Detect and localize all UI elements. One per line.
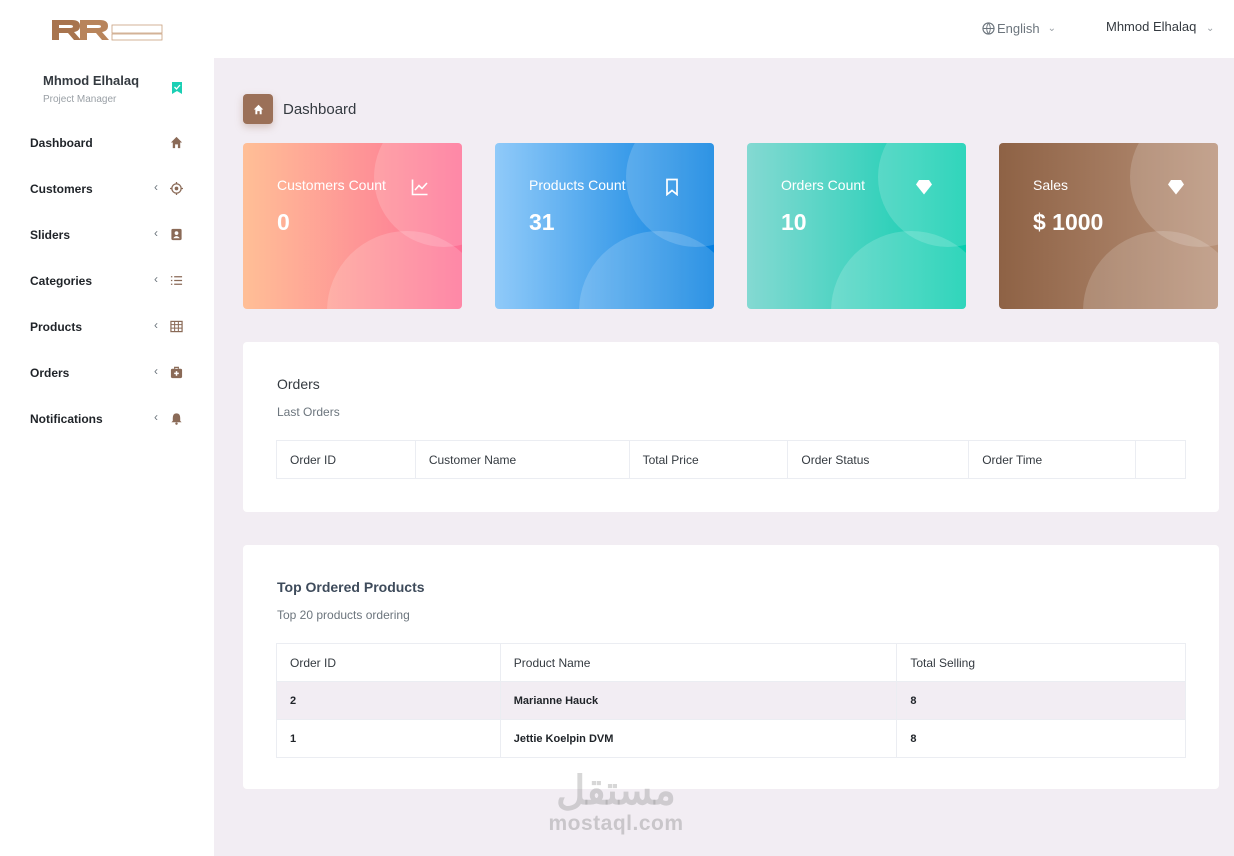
language-selector[interactable]: English ⌄ bbox=[982, 21, 1056, 36]
sales-card[interactable]: Sales $ 1000 bbox=[999, 143, 1218, 309]
total-selling-cell: 8 bbox=[896, 719, 1186, 758]
diamond-icon bbox=[916, 180, 932, 195]
user-menu[interactable]: Mhmod Elhalaq ⌄ bbox=[1106, 19, 1214, 34]
column-header[interactable]: Order ID bbox=[276, 643, 501, 682]
column-header[interactable]: Customer Name bbox=[414, 440, 630, 479]
chart-line-icon bbox=[411, 179, 428, 196]
page-header: Dashboard bbox=[243, 94, 356, 124]
chevron-left-icon: ‹ bbox=[154, 180, 158, 194]
total-selling-cell: 8 bbox=[896, 681, 1186, 720]
panel-subtitle: Top 20 products ordering bbox=[277, 608, 410, 622]
product-name-cell: Marianne Hauck bbox=[499, 681, 898, 720]
column-header bbox=[1134, 440, 1187, 479]
grid-icon bbox=[170, 320, 183, 333]
card-value: 10 bbox=[781, 209, 807, 235]
product-name-cell: Jettie Koelpin DVM bbox=[499, 719, 898, 758]
sidebar-item-categories[interactable]: Categories ‹ bbox=[0, 268, 214, 314]
customers-count-card[interactable]: Customers Count 0 bbox=[243, 143, 462, 309]
chevron-left-icon: ‹ bbox=[154, 410, 158, 424]
user-menu-name: Mhmod Elhalaq bbox=[1106, 19, 1197, 34]
column-header[interactable]: Order ID bbox=[276, 440, 416, 479]
sidebar-item-dashboard[interactable]: Dashboard bbox=[0, 130, 214, 176]
list-icon bbox=[170, 276, 183, 285]
panel-title: Orders bbox=[277, 376, 320, 392]
diamond-icon bbox=[1168, 180, 1184, 195]
order-id-cell: 1 bbox=[276, 719, 501, 758]
sidebar-item-products[interactable]: Products ‹ bbox=[0, 314, 214, 360]
store-logo[interactable] bbox=[50, 17, 166, 43]
home-icon bbox=[170, 136, 183, 149]
products-count-card[interactable]: Products Count 31 bbox=[495, 143, 714, 309]
sidebar-item-label: Categories bbox=[30, 274, 93, 288]
card-title: Products Count bbox=[529, 177, 626, 193]
decor-circle bbox=[327, 231, 462, 309]
column-header[interactable]: Total Price bbox=[628, 440, 789, 479]
card-title: Orders Count bbox=[781, 177, 866, 193]
chevron-down-icon: ⌄ bbox=[1205, 23, 1215, 34]
sidebar-item-label: Products bbox=[30, 320, 83, 334]
sidebar-nav: Dashboard Customers ‹ Sliders ‹ Categori… bbox=[0, 130, 214, 452]
table-row[interactable]: 2 Marianne Hauck 8 bbox=[276, 681, 1186, 720]
top-products-table: Order ID Product Name Total Selling 2 Ma… bbox=[276, 643, 1186, 758]
top-products-panel: Top Ordered Products Top 20 products ord… bbox=[243, 545, 1219, 789]
home-button[interactable] bbox=[243, 94, 273, 124]
decor-circle bbox=[831, 231, 966, 309]
chevron-down-icon: ⌄ bbox=[1047, 23, 1057, 34]
sidebar-item-label: Dashboard bbox=[30, 136, 93, 150]
column-header[interactable]: Order Time bbox=[968, 440, 1136, 479]
card-title: Sales bbox=[1033, 177, 1069, 193]
sidebar-item-sliders[interactable]: Sliders ‹ bbox=[0, 222, 214, 268]
panel-title: Top Ordered Products bbox=[277, 579, 425, 595]
table-header-row: Order ID Product Name Total Selling bbox=[276, 643, 1186, 682]
main-content: Dashboard Customers Count 0 Products Cou… bbox=[214, 58, 1234, 856]
decor-circle bbox=[579, 231, 714, 309]
profile-role: Project Manager bbox=[43, 94, 117, 105]
top-bar: English ⌄ Mhmod Elhalaq ⌄ bbox=[0, 0, 1234, 58]
medical-bag-icon bbox=[170, 366, 183, 379]
crosshair-icon bbox=[170, 182, 183, 195]
bookmark-icon bbox=[666, 178, 678, 196]
globe-icon bbox=[982, 22, 995, 35]
sidebar-item-notifications[interactable]: Notifications ‹ bbox=[0, 406, 214, 452]
order-id-cell: 2 bbox=[276, 681, 501, 720]
sidebar-item-label: Customers bbox=[30, 182, 93, 196]
sidebar-item-label: Sliders bbox=[30, 228, 71, 242]
chevron-left-icon: ‹ bbox=[154, 364, 158, 378]
profile-name: Mhmod Elhalaq bbox=[43, 73, 140, 88]
panel-subtitle: Last Orders bbox=[277, 405, 340, 419]
table-header-row: Order ID Customer Name Total Price Order… bbox=[276, 440, 1187, 479]
card-value: 31 bbox=[529, 209, 555, 235]
orders-table: Order ID Customer Name Total Price Order… bbox=[276, 440, 1187, 479]
sidebar-item-label: Orders bbox=[30, 366, 70, 380]
home-icon bbox=[253, 104, 263, 114]
chevron-left-icon: ‹ bbox=[154, 272, 158, 286]
chevron-left-icon: ‹ bbox=[154, 318, 158, 332]
language-label: English bbox=[997, 21, 1040, 36]
sidebar-item-customers[interactable]: Customers ‹ bbox=[0, 176, 214, 222]
column-header[interactable]: Order Status bbox=[787, 440, 970, 479]
bookmark-check-icon bbox=[172, 82, 182, 94]
sidebar-item-label: Notifications bbox=[30, 412, 103, 426]
column-header[interactable]: Product Name bbox=[499, 643, 898, 682]
card-value: $ 1000 bbox=[1033, 209, 1104, 235]
card-value: 0 bbox=[277, 209, 290, 235]
bell-icon bbox=[171, 413, 182, 425]
column-header[interactable]: Total Selling bbox=[896, 643, 1186, 682]
orders-panel: Orders Last Orders Order ID Customer Nam… bbox=[243, 342, 1219, 512]
page-title: Dashboard bbox=[283, 100, 357, 118]
contact-card-icon bbox=[171, 228, 182, 241]
orders-count-card[interactable]: Orders Count 10 bbox=[747, 143, 966, 309]
chevron-left-icon: ‹ bbox=[154, 226, 158, 240]
card-title: Customers Count bbox=[277, 177, 386, 193]
decor-circle bbox=[1083, 231, 1218, 309]
sidebar-item-orders[interactable]: Orders ‹ bbox=[0, 360, 214, 406]
sidebar: Mhmod Elhalaq Project Manager Dashboard … bbox=[0, 58, 214, 856]
profile[interactable]: Mhmod Elhalaq Project Manager bbox=[43, 73, 139, 105]
table-row[interactable]: 1 Jettie Koelpin DVM 8 bbox=[276, 719, 1186, 758]
